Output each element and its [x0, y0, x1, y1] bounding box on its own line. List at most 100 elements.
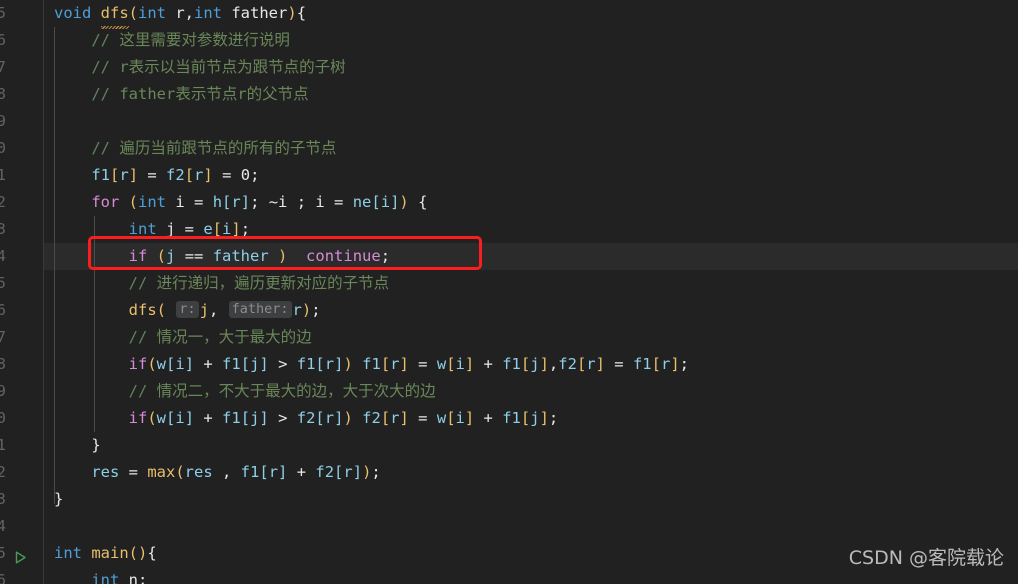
code-token: j [530, 409, 540, 427]
gutter-line-row[interactable]: 185 [0, 540, 44, 567]
code-content-area[interactable]: void dfs(int r,int father){ // 这里需要对参数进行… [44, 0, 1018, 584]
code-token: ] [240, 193, 251, 211]
code-line[interactable]: // r表示以当前节点为跟节点的子树 [44, 54, 1018, 81]
code-token: ] [670, 355, 680, 373]
code-line[interactable]: // 进行递归，遍历更新对应的子节点 [44, 270, 1018, 297]
code-line[interactable]: // 情况二，不大于最大的边，大于次大的边 [44, 378, 1018, 405]
code-token: f1 [362, 355, 381, 373]
line-number: 188 [0, 85, 6, 103]
code-token: j [166, 247, 176, 265]
code-token: [ [166, 409, 176, 427]
code-token: = [408, 355, 437, 373]
code-token: int [194, 4, 223, 22]
code-line[interactable]: // father表示节点r的父节点 [44, 81, 1018, 108]
code-token: r, [166, 4, 195, 22]
code-line[interactable]: if(w[i] + f1[j] > f2[r]) f2[r] = w[i] + … [44, 405, 1018, 432]
gutter-line-row[interactable]: 182 [0, 189, 44, 216]
code-line-text: // 情况二，不大于最大的边，大于次大的边 [44, 378, 436, 405]
code-token: if [128, 409, 148, 427]
code-token: + [194, 355, 223, 373]
code-line[interactable]: // 遍历当前跟节点的所有的子节点 [44, 135, 1018, 162]
code-token: } [54, 490, 64, 508]
gutter-line-row[interactable]: 182 [0, 459, 44, 486]
code-token: [ [446, 355, 456, 373]
gutter-line-row[interactable]: 181 [0, 162, 44, 189]
code-token: father [212, 247, 269, 265]
code-token: ] [184, 409, 195, 427]
code-token: [ [315, 355, 325, 373]
gutter-line-row[interactable]: 188 [0, 351, 44, 378]
gutter-line-row[interactable]: 183 [0, 216, 44, 243]
line-number: 180 [0, 409, 6, 427]
code-token: ; [240, 220, 251, 238]
gutter-line-row[interactable]: 189 [0, 378, 44, 405]
code-token: f1 [632, 355, 652, 373]
line-number: 187 [0, 58, 6, 76]
gutter-line-row[interactable]: 184 [0, 513, 44, 540]
editor-gutter[interactable]: 185 186 187 188 189 180 181 182 183 184 185 186 187 1… [0, 0, 44, 584]
code-token: i [455, 355, 465, 373]
code-token: j [530, 355, 540, 373]
gutter-line-row[interactable]: 180 [0, 135, 44, 162]
code-token: { [147, 544, 157, 562]
code-line[interactable]: for (int i = h[r]; ~i ; i = ne[i]) { [44, 189, 1018, 216]
code-line[interactable]: if(w[i] + f1[j] > f1[r]) f1[r] = w[i] + … [44, 351, 1018, 378]
line-number: 185 [0, 544, 6, 562]
gutter-line-row[interactable]: 187 [0, 324, 44, 351]
inlay-parameter-hint[interactable]: r: [176, 301, 199, 318]
code-token: ) [287, 4, 297, 22]
gutter-line-row[interactable]: 186 [0, 567, 44, 584]
gutter-line-row[interactable]: 185 [0, 0, 44, 27]
indent-guide [94, 216, 95, 432]
code-token: , [212, 463, 241, 481]
code-token: w [156, 355, 167, 373]
code-token: ( [175, 463, 185, 481]
code-token: f1 [502, 409, 521, 427]
gutter-line-row[interactable]: 188 [0, 81, 44, 108]
code-token: + [194, 409, 223, 427]
code-token: f1 [502, 355, 521, 373]
code-line[interactable]: f1[r] = f2[r] = 0; [44, 162, 1018, 189]
gutter-line-row[interactable]: 183 [0, 486, 44, 513]
code-token: [ [110, 166, 120, 184]
run-gutter-icon[interactable] [13, 546, 28, 564]
code-editor[interactable]: void dfs(int r,int father){ // 这里需要对参数进行… [0, 0, 1018, 584]
inlay-parameter-hint[interactable]: father: [228, 301, 292, 318]
code-token: i = [166, 193, 213, 211]
code-line[interactable]: res = max(res , f1[r] + f2[r]); [44, 459, 1018, 486]
gutter-line-row[interactable]: 184 [0, 243, 44, 270]
code-token: ( [128, 193, 139, 211]
code-token: ; [548, 409, 559, 427]
code-token: [ [240, 355, 251, 373]
code-line[interactable] [44, 513, 1018, 540]
code-token: ) [278, 247, 288, 265]
code-line[interactable]: // 这里需要对参数进行说明 [44, 27, 1018, 54]
code-token: // [54, 274, 157, 292]
gutter-line-row[interactable]: 187 [0, 54, 44, 81]
gutter-line-row[interactable]: 189 [0, 108, 44, 135]
code-line[interactable]: } [44, 432, 1018, 459]
code-token: } [54, 436, 101, 454]
gutter-line-row[interactable]: 185 [0, 270, 44, 297]
code-token: 这里需要对参数进行说明 [119, 31, 290, 49]
code-line[interactable]: if (j == father ) continue; [44, 243, 1018, 270]
gutter-line-row[interactable]: 181 [0, 432, 44, 459]
code-line[interactable]: } [44, 486, 1018, 513]
line-number: 189 [0, 112, 6, 130]
code-line[interactable] [44, 108, 1018, 135]
code-line[interactable]: void dfs(int r,int father){ [44, 0, 1018, 29]
code-line[interactable]: // 情况一，大于最大的边 [44, 324, 1018, 351]
code-line[interactable]: dfs( r: j, father: r); [44, 297, 1018, 324]
gutter-line-row[interactable]: 186 [0, 297, 44, 324]
code-token: [ [380, 409, 391, 427]
gutter-line-row[interactable]: 180 [0, 405, 44, 432]
gutter-line-row[interactable]: 186 [0, 27, 44, 54]
code-line[interactable]: int j = e[i]; [44, 216, 1018, 243]
code-token: ( [147, 409, 157, 427]
